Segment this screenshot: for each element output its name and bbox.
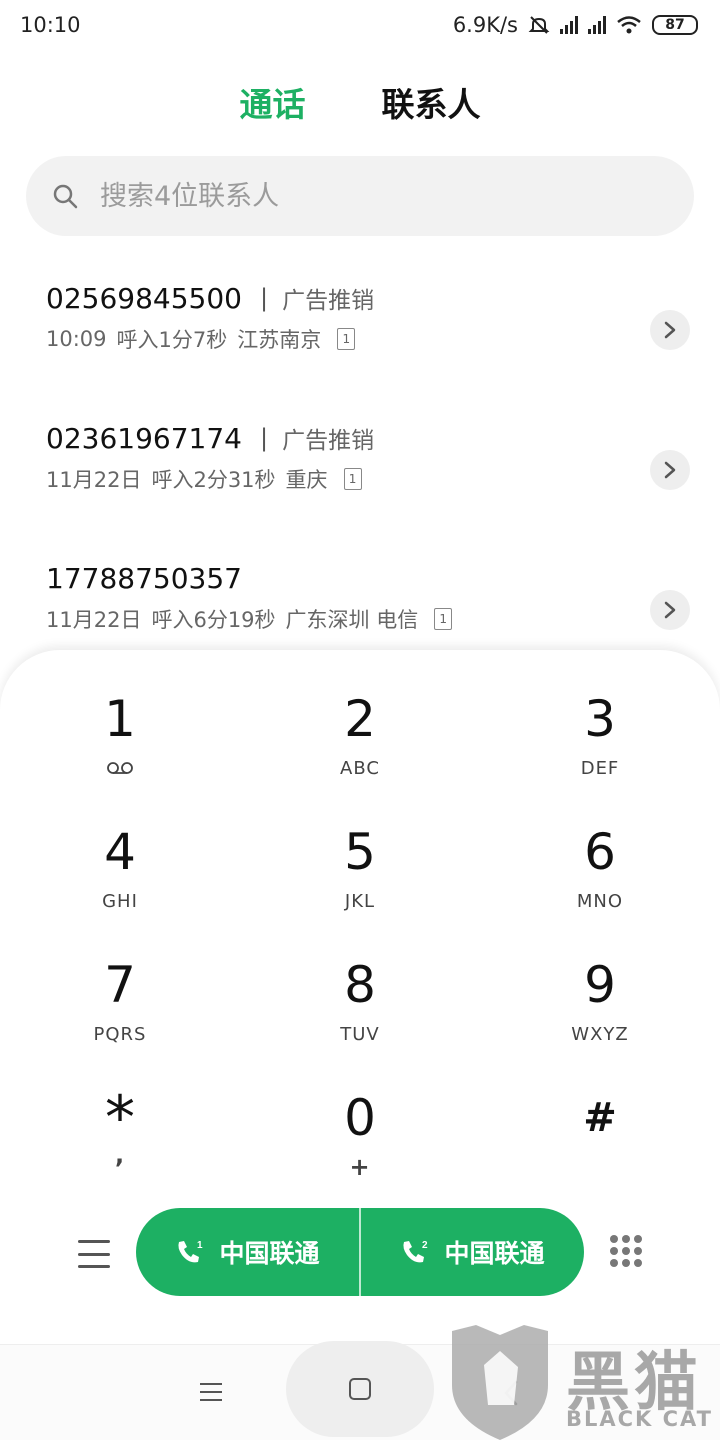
call-number: 17788750357 [46,561,242,595]
call-time: 11月22日 [46,608,142,632]
menu-icon-line [78,1265,110,1268]
nav-home-button[interactable] [286,1341,434,1437]
call-location: 重庆 [285,468,328,492]
call-type: 呼入 [116,328,159,352]
dialpad-keys: 1 2 ABC 3 DEF 4 GHI 5 JKL 6 MNO 7 PQRS 8… [0,688,720,1220]
call-divider [359,1208,361,1296]
status-icons: 6.9K/s 87 [453,13,698,37]
chevron-right-icon [664,461,676,479]
key-5[interactable]: 5 JKL [240,821,480,954]
svg-text:2: 2 [422,1240,428,1251]
mute-bell-icon [528,16,550,34]
call-number: 02361967174 [46,421,242,455]
keypad-toggle-button[interactable] [610,1235,642,1275]
signal-icon [560,16,578,34]
key-9[interactable]: 9 WXYZ [480,954,720,1087]
call-duration: 6分19秒 [193,608,276,632]
call-type: 呼入 [151,608,194,632]
call-time: 11月22日 [46,468,142,492]
sim-card-icon: 1 [343,468,362,490]
call-location: 广东深圳 电信 [285,608,419,632]
call-sim2-label: 中国联通 [444,1239,545,1268]
tab-calls[interactable]: 通话 [240,78,306,126]
menu-icon-line [78,1252,110,1256]
call-sim2-button[interactable]: 2 中国联通 [361,1208,584,1296]
search-icon [53,184,78,209]
key-hash[interactable]: # [480,1087,720,1220]
call-time: 10:09 [46,327,107,351]
status-time: 10:10 [20,13,81,37]
battery-icon: 87 [652,15,698,35]
tag-separator: | [259,424,269,452]
top-tabs: 通话 联系人 [0,78,720,126]
key-2[interactable]: 2 ABC [240,688,480,821]
key-1[interactable]: 1 [0,688,240,821]
key-4[interactable]: 4 GHI [0,821,240,954]
key-8[interactable]: 8 TUV [240,954,480,1087]
chevron-right-icon [664,601,676,619]
phone-sim1-icon: 1 [178,1240,203,1263]
call-log-item[interactable]: 02569845500 | 广告推销 10:09 呼入1分7秒 江苏南京 1 [0,278,720,418]
voicemail-icon [107,762,133,774]
home-icon [349,1378,371,1400]
call-sim1-label: 中国联通 [219,1239,320,1268]
call-sim1-button[interactable]: 1 中国联通 [136,1208,359,1296]
call-tag: 广告推销 [282,428,375,454]
search-bar[interactable] [26,156,694,236]
call-tag: 广告推销 [282,288,375,314]
call-detail-button[interactable] [650,590,690,630]
status-bar: 10:10 6.9K/s 87 [0,0,720,50]
key-0[interactable]: 0 + [240,1087,480,1220]
nav-recents-button[interactable] [200,1383,222,1401]
sim-card-icon: 1 [434,608,453,630]
key-star[interactable]: * , [0,1087,240,1220]
call-log-item[interactable]: 02361967174 | 广告推销 11月22日 呼入2分31秒 重庆 1 [0,418,720,558]
search-input[interactable] [100,180,620,212]
svg-text:1: 1 [197,1240,203,1251]
cat-shield-logo-icon [452,1325,548,1440]
net-speed: 6.9K/s [452,13,518,37]
call-button-group: 1 中国联通 2 中国联通 [136,1208,584,1296]
call-number: 02569845500 [46,281,242,315]
call-log-list: 02569845500 | 广告推销 10:09 呼入1分7秒 江苏南京 1 0… [0,278,720,698]
tag-separator: | [259,284,269,312]
key-7[interactable]: 7 PQRS [0,954,240,1087]
call-detail-button[interactable] [650,310,690,350]
phone-sim2-icon: 2 [403,1240,428,1263]
tab-contacts[interactable]: 联系人 [382,78,481,126]
menu-icon-line [78,1240,110,1243]
menu-button[interactable] [78,1240,110,1268]
signal-icon [588,16,606,34]
chevron-right-icon [664,321,676,339]
black-cat-watermark: 黑猫 BLACK CAT [448,1325,720,1440]
sim-card-icon: 1 [337,328,356,350]
call-duration: 2分31秒 [193,468,276,492]
watermark-subtitle: BLACK CAT [566,1407,713,1431]
dialpad-panel: 1 2 ABC 3 DEF 4 GHI 5 JKL 6 MNO 7 PQRS 8… [0,650,720,1350]
call-type: 呼入 [151,468,194,492]
call-detail-button[interactable] [650,450,690,490]
key-6[interactable]: 6 MNO [480,821,720,954]
key-3[interactable]: 3 DEF [480,688,720,821]
call-location: 江苏南京 [237,328,322,352]
call-duration: 1分7秒 [158,328,228,352]
wifi-icon [617,16,641,34]
